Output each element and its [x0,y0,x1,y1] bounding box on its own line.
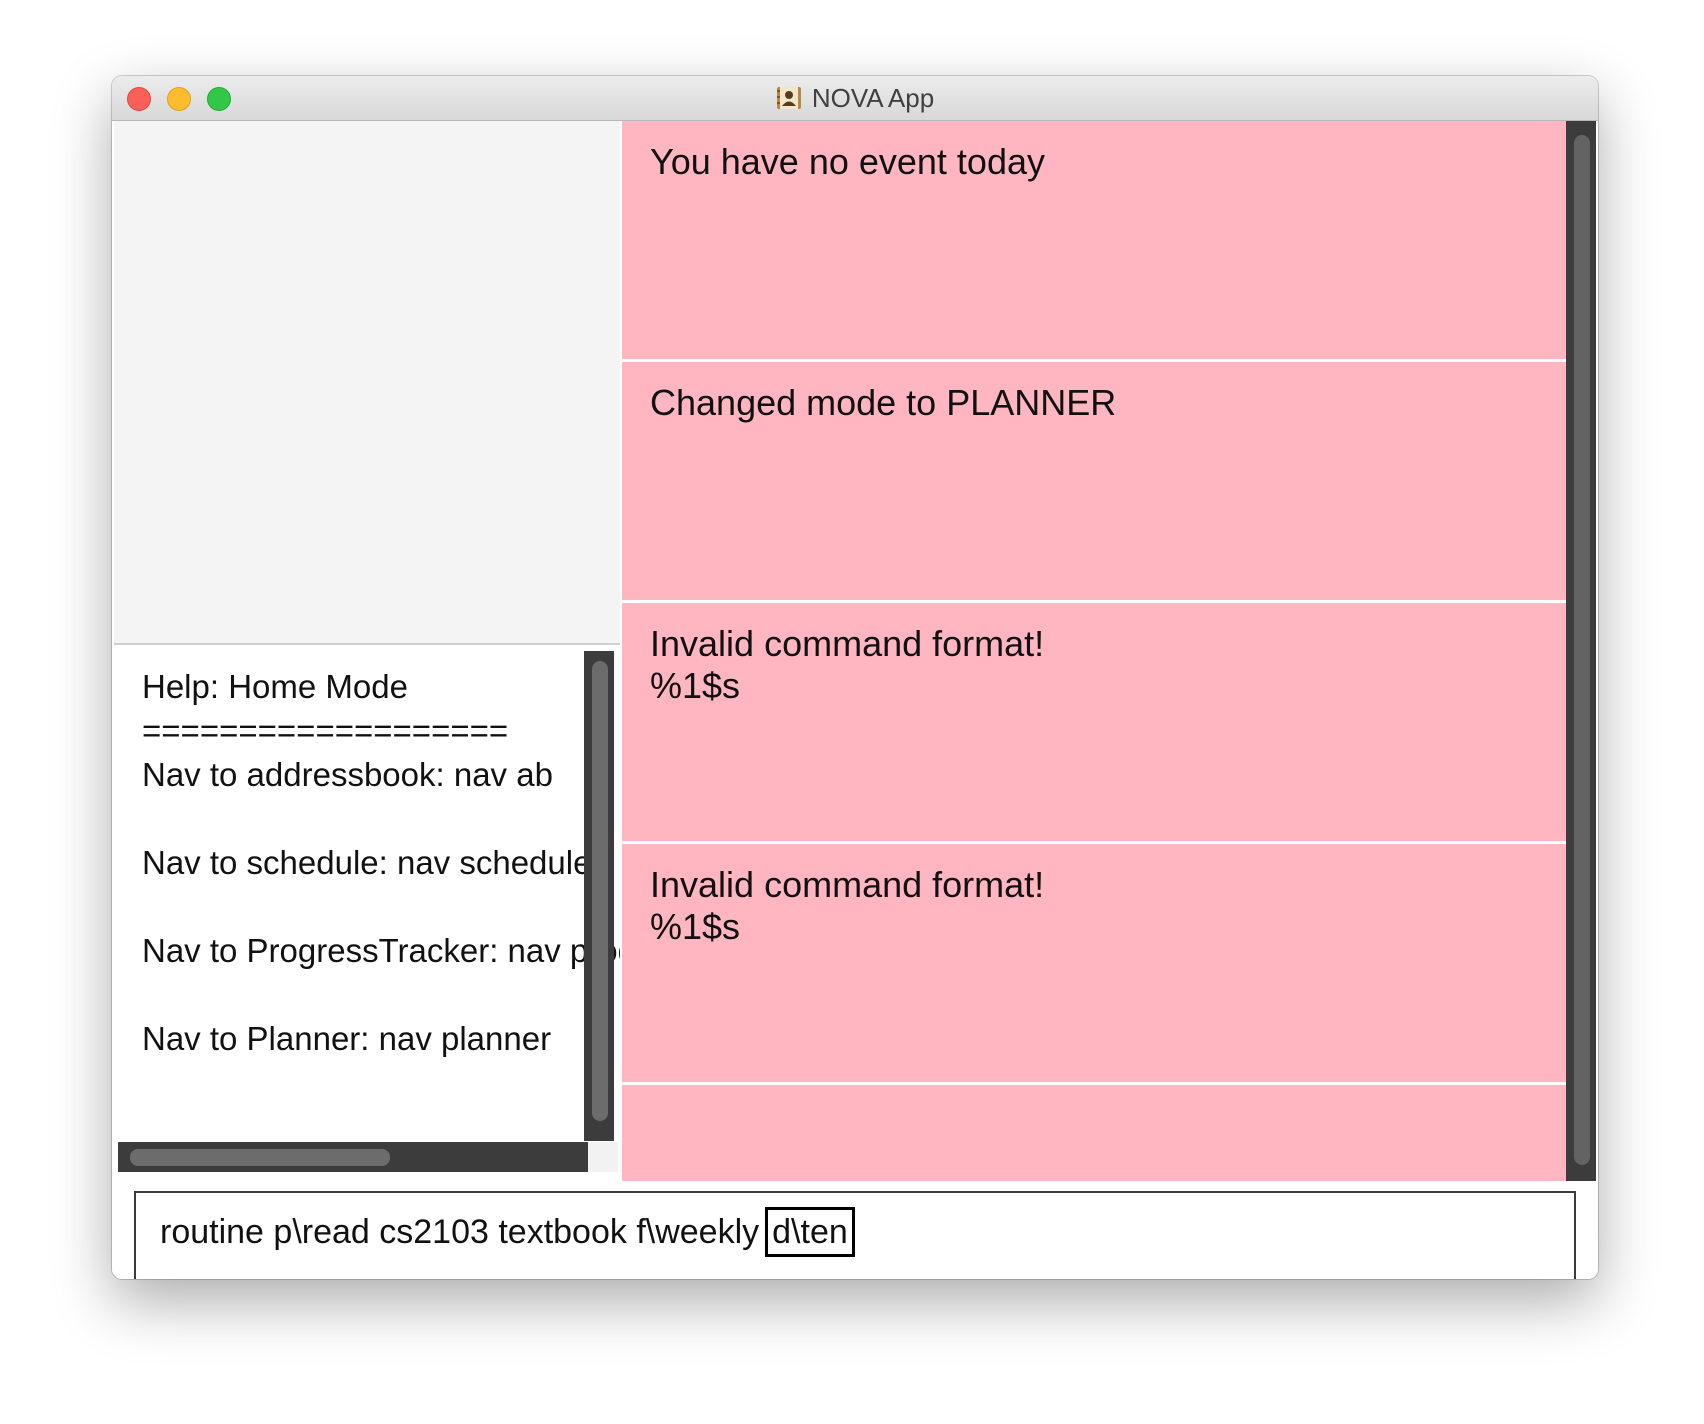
result-item[interactable]: Changed mode to PLANNER [622,362,1566,600]
result-text: Invalid command format! %1$s [650,623,1045,706]
help-text: Help: Home Mode =================== Nav … [142,665,620,1061]
help-vertical-scrollbar[interactable] [584,651,614,1141]
help-line: Nav to Planner: nav planner [142,1020,552,1057]
help-line [142,885,620,929]
scroll-corner [588,1142,618,1172]
command-text[interactable]: routine p\read cs2103 textbook f\weekly d… [160,1207,855,1257]
result-text: You have no event today [650,141,1045,182]
result-item[interactable]: Invalid command format! %1$s [622,603,1566,841]
result-item[interactable]: You have no event today [622,121,1566,359]
help-line: Nav to ProgressTracker: nav progresstrac… [142,932,620,969]
empty-panel [114,121,620,645]
command-area: routine p\read cs2103 textbook f\weekly d… [112,1183,1598,1279]
title-bar[interactable]: NOVA App [112,76,1598,121]
result-item[interactable] [622,1085,1566,1181]
result-item[interactable]: Invalid command format! %1$s [622,844,1566,1082]
command-input[interactable]: routine p\read cs2103 textbook f\weekly d… [134,1191,1576,1279]
result-list[interactable]: You have no event today Changed mode to … [622,121,1566,1181]
help-line: Nav to addressbook: nav ab [142,756,553,793]
help-line: Nav to schedule: nav schedule [142,844,592,881]
help-line [142,973,620,1017]
help-line: =================== [142,712,509,749]
app-window: NOVA App Help: Home Mode ===============… [112,76,1598,1279]
command-highlighted-segment: d\ten [765,1207,855,1257]
help-panel: Help: Home Mode =================== Nav … [116,651,620,1173]
help-horizontal-scrollbar[interactable] [118,1142,588,1172]
help-line: Help: Home Mode [142,668,408,705]
help-line [142,797,620,841]
window-title-group: NOVA App [112,76,1598,120]
result-vertical-scrollbar[interactable] [1566,121,1596,1181]
result-text: Changed mode to PLANNER [650,382,1117,423]
help-vertical-scroll-thumb[interactable] [592,661,608,1121]
result-vertical-scroll-thumb[interactable] [1574,135,1590,1165]
help-horizontal-scroll-thumb[interactable] [130,1149,390,1166]
result-text: Invalid command format! %1$s [650,864,1045,947]
address-book-icon [776,87,801,109]
command-typed-text: routine p\read cs2103 textbook f\weekly [160,1213,760,1251]
window-title: NOVA App [811,82,935,113]
